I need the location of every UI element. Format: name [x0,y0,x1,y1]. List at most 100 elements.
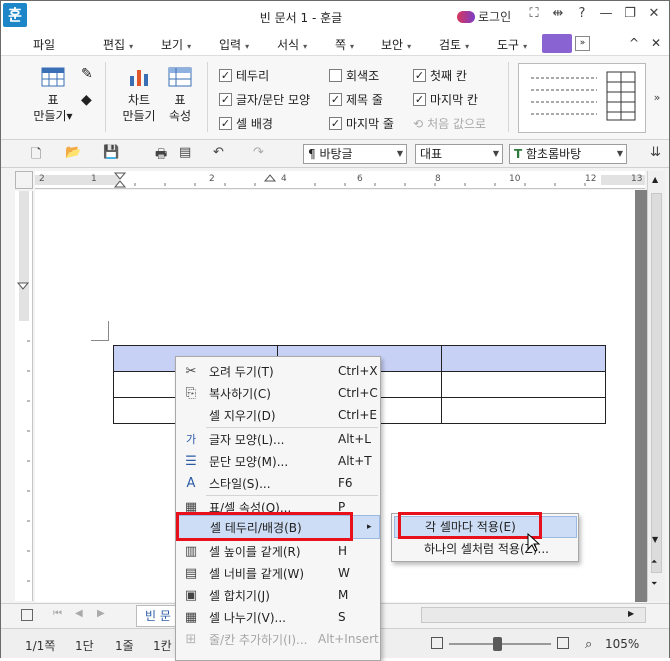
tab-prev-icon[interactable]: ◀ [75,608,83,619]
prev-page-icon[interactable]: ⏶ [651,557,657,567]
horizontal-ruler[interactable]: 2 1 2 4 6 8 10 12 13 [35,171,645,189]
chart-make-label: 차트 만들기 [122,93,156,123]
ctx-style[interactable]: A 스타일(S)... F6 [176,472,380,494]
ctx-equal-height-shortcut: H [338,544,348,558]
menu-view[interactable]: 보기 ▾ [161,36,191,53]
table-cell[interactable] [441,345,606,372]
menu-page-label: 쪽 [335,38,347,52]
zoom-in-icon[interactable] [557,637,569,649]
scroll-down-icon[interactable]: ▼ [652,535,658,544]
quick-toolbar: 🗋 📂 💾 🖶 ▤ ↶ ↷ ¶ 바탕글 ▼ 대표 ▼ T 함초롬바탕 ▼ ⇊ [1,140,669,168]
check-gray[interactable]: 회색조 [329,67,379,84]
scroll-up-icon[interactable]: ▲ [652,175,658,184]
table-style-gallery[interactable] [518,63,646,133]
margin-crop-mark [91,321,109,341]
chart-make-button[interactable]: 차트 만들기 [117,66,161,124]
scroll-right-icon[interactable]: ▶ [628,609,634,618]
table-props-button[interactable]: 표 속성 [161,66,199,124]
menu-review[interactable]: 검토 ▾ [439,36,469,53]
restore-icon[interactable]: ❐ [622,6,638,21]
ctx-char-shape[interactable]: 가 글자 모양(L)... Alt+L [176,428,380,450]
ctx-insert-row-col-label: 줄/칸 추가하기(I)... [209,632,308,647]
next-page-icon[interactable]: ⏷ [651,579,657,589]
check-border[interactable]: ✓ 테두리 [219,67,269,84]
table-cell[interactable] [441,371,606,398]
minimize-icon[interactable]: — [598,6,614,21]
check-first-col[interactable]: ✓ 첫째 칸 [413,67,467,84]
check-last-col[interactable]: ✓ 마지막 칸 [413,91,478,108]
close-doc-icon[interactable]: ✕ [651,36,661,50]
zoom-level[interactable]: 105% [605,637,639,651]
ctx-para-shape[interactable]: ☰ 문단 모양(M)... Alt+T [176,450,380,472]
toolbar-expand-icon[interactable]: ⇊ [650,145,661,160]
undo-icon[interactable]: ↶ [213,145,224,160]
app-logo-icon[interactable]: 훈 [3,3,27,27]
redo-icon[interactable]: ↷ [253,145,264,160]
menu-page[interactable]: 쪽 ▾ [335,36,354,53]
ctx-insert-row-col[interactable]: ⊞ 줄/칸 추가하기(I)... Alt+Insert [176,628,380,650]
horizontal-scrollbar[interactable]: ▶ [421,607,646,623]
save-icon[interactable]: 💾 [103,145,119,160]
vertical-scrollbar[interactable]: ▲ ▼ ⏶ ⏷ [647,171,665,601]
print-icon[interactable]: 🖶 [155,145,167,167]
chevron-down-icon: ▾ [303,42,308,51]
check-header-row-label: 제목 줄 [346,93,383,107]
login-label: 로그인 [478,10,512,24]
font-group-combo[interactable]: 대표 ▼ [415,144,503,164]
menu-format[interactable]: 서식 ▾ [277,36,307,53]
ctx-cut[interactable]: ✂ 오려 두기(T) Ctrl+X [176,360,380,382]
open-folder-icon[interactable]: 📂 [65,145,81,160]
ctx-equal-height[interactable]: ▥ 셀 높이를 같게(R) H [176,540,380,562]
fill-icon[interactable]: ◆ [81,92,99,110]
ruler-corner[interactable] [15,171,33,189]
scroll-thumb[interactable] [651,193,662,573]
menu-security[interactable]: 보안 ▾ [381,36,411,53]
font-combo[interactable]: T 함초롬바탕 ▼ [509,144,627,164]
ctx-equal-width[interactable]: ▤ 셀 너비를 같게(W) W [176,562,380,584]
check-cellbg[interactable]: ✓ 셀 배경 [219,115,273,132]
zoom-search-icon[interactable]: ⌕ [585,637,592,652]
check-charpara-label: 글자/문단 모양 [236,93,311,107]
check-header-row[interactable]: ✓ 제목 줄 [329,91,383,108]
reset-defaults-button[interactable]: ⟲ 처음 값으로 [413,115,486,132]
preview-icon[interactable]: ▤ [179,145,191,160]
ctx-split-cells[interactable]: ▦ 셀 나누기(V)... S [176,606,380,628]
ctx-merge-cells[interactable]: ▣ 셀 합치기(J) M [176,584,380,606]
ctx-clear-cell[interactable]: 셀 지우기(D) Ctrl+E [176,404,380,426]
ctx-cut-label: 오려 두기(T) [209,364,274,379]
eraser-icon[interactable]: ✎ [81,66,99,84]
zoom-out-icon[interactable] [431,637,443,649]
close-icon[interactable]: ✕ [646,6,662,21]
table-make-button[interactable]: 표 만들기▾ [31,66,75,124]
split-icon[interactable]: ⇹ [550,6,566,21]
submenu-apply-as-one-cell[interactable]: 하나의 셀처럼 적용(Z)... [394,539,577,561]
new-doc-icon[interactable]: 🗋 [31,145,41,167]
tab-list-icon[interactable] [21,609,33,621]
vertical-ruler[interactable] [15,191,33,601]
ctx-copy[interactable]: ⎘ 복사하기(C) Ctrl+C [176,382,380,404]
status-page[interactable]: 1/1쪽 [25,637,55,654]
tab-first-icon[interactable]: ⏮ [53,608,62,619]
check-last-row[interactable]: ✓ 마지막 줄 [329,115,394,132]
zoom-slider-knob[interactable] [493,637,502,651]
tab-document[interactable]: 빈 문 [136,605,180,627]
login-button[interactable]: 로그인 [457,8,511,25]
style-combo[interactable]: ¶ 바탕글 ▼ [303,144,407,164]
tab-next-icon[interactable]: ▶ [97,608,105,619]
fullscreen-icon[interactable]: ⛶ [526,6,542,21]
menu-tools[interactable]: 도구 ▾ [497,36,527,53]
menu-insert[interactable]: 입력 ▾ [219,36,249,53]
collapse-ribbon-icon[interactable]: ^ [629,36,639,50]
ctx-merge-cells-shortcut: M [338,588,349,602]
gallery-more-icon[interactable]: » [648,63,666,133]
ribbon-divider [508,62,509,132]
table-cell[interactable] [441,397,606,424]
help-icon[interactable]: ? [574,6,590,21]
menu-edit[interactable]: 편집 ▾ [103,36,133,53]
menu-file[interactable]: 파일 [33,36,55,53]
table-design-tab-icon[interactable] [542,34,572,53]
check-charpara[interactable]: ✓ 글자/문단 모양 [219,91,310,108]
ctx-merge-cells-label: 셀 합치기(J) [209,588,270,603]
more-tabs-icon[interactable]: » [575,36,590,51]
ruler-number: 13 [631,174,643,184]
